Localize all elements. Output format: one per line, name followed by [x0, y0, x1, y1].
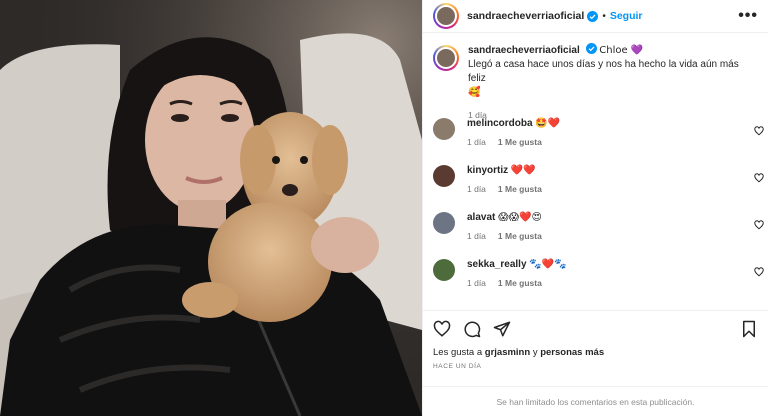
- caption-line-2: Llegó a casa hace unos días y nos ha hec…: [468, 59, 739, 84]
- comment-row: kinyortiz ❤️❤️ 1 día 1 Me gusta: [423, 165, 768, 194]
- more-options-icon[interactable]: •••: [738, 7, 758, 25]
- comment-like-heart-icon[interactable]: [754, 173, 764, 183]
- commenter-username[interactable]: kinyortiz: [467, 165, 508, 176]
- commenter-avatar[interactable]: [433, 212, 455, 234]
- action-icons: [433, 319, 758, 339]
- comment-time[interactable]: 1 día: [467, 137, 486, 147]
- commenter-avatar[interactable]: [433, 259, 455, 281]
- share-paper-plane-icon[interactable]: [493, 320, 511, 338]
- comment-meta: 1 día 1 Me gusta: [467, 278, 567, 288]
- verified-badge-icon: [585, 43, 597, 54]
- comment-time[interactable]: 1 día: [467, 184, 486, 194]
- comment-body: sekka_really 🐾❤️🐾 1 día 1 Me gusta: [467, 259, 567, 288]
- author-username[interactable]: sandraecheverriaoficial: [467, 10, 584, 22]
- caption-text-block: sandraecheverriaoficial Chloe 💜 Llegó a …: [468, 43, 758, 122]
- caption-line-1: Chloe 💜: [599, 45, 644, 56]
- posted-ago[interactable]: HACE UN DÍA: [433, 363, 758, 370]
- commenter-username[interactable]: melincordoba: [467, 118, 533, 129]
- comments-limited-notice: Se han limitado los comentarios en esta …: [423, 386, 768, 417]
- comment-row: sekka_really 🐾❤️🐾 1 día 1 Me gusta: [423, 259, 768, 288]
- save-bookmark-icon[interactable]: [740, 320, 758, 338]
- comment-text: ❤️❤️: [510, 165, 536, 176]
- comment-meta: 1 día 1 Me gusta: [467, 231, 554, 241]
- comment-body: alavat 😱😱❤️😍 1 día 1 Me gusta: [467, 212, 554, 241]
- comment-likes[interactable]: 1 Me gusta: [498, 184, 542, 194]
- comment-body: melincordoba 🤩❤️ 1 día 1 Me gusta: [467, 118, 560, 147]
- comment-body: kinyortiz ❤️❤️ 1 día 1 Me gusta: [467, 165, 554, 194]
- action-bar: Les gusta a grjasminn y personas más HAC…: [423, 310, 768, 370]
- likes-middle: y: [532, 347, 538, 358]
- post-caption: sandraecheverriaoficial Chloe 💜 Llegó a …: [423, 33, 768, 122]
- comment-likes[interactable]: 1 Me gusta: [498, 231, 542, 241]
- commenter-avatar[interactable]: [433, 165, 455, 187]
- like-heart-icon[interactable]: [433, 320, 451, 338]
- comment-text: 😱😱❤️😍: [498, 212, 542, 223]
- verified-badge-icon: [587, 10, 599, 22]
- comment-row: melincordoba 🤩❤️ 1 día 1 Me gusta: [423, 118, 768, 147]
- comment-meta: 1 día 1 Me gusta: [467, 137, 560, 147]
- comment-likes[interactable]: 1 Me gusta: [498, 278, 542, 288]
- comment-meta: 1 día 1 Me gusta: [467, 184, 554, 194]
- author-avatar[interactable]: [433, 3, 459, 29]
- comment-text: 🐾❤️🐾: [529, 259, 567, 270]
- comment-like-heart-icon[interactable]: [754, 126, 764, 136]
- caption-avatar[interactable]: [433, 45, 459, 71]
- likes-others[interactable]: personas más: [540, 347, 604, 358]
- post-photo[interactable]: [0, 0, 422, 416]
- likes-prefix: Les gusta a: [433, 347, 483, 358]
- comment-text: 🤩❤️: [535, 118, 561, 129]
- commenter-avatar[interactable]: [433, 118, 455, 140]
- comment-like-heart-icon[interactable]: [754, 267, 764, 277]
- post-header: sandraecheverriaoficial • Seguir •••: [423, 0, 768, 33]
- post-photo-illustration: [0, 0, 422, 416]
- caption-username[interactable]: sandraecheverriaoficial: [468, 45, 580, 56]
- comment-bubble-icon[interactable]: [463, 320, 481, 338]
- follow-button[interactable]: Seguir: [610, 10, 643, 22]
- comment-row: alavat 😱😱❤️😍 1 día 1 Me gusta: [423, 212, 768, 241]
- comment-like-heart-icon[interactable]: [754, 220, 764, 230]
- caption-emoji: 🥰: [468, 87, 481, 98]
- comment-time[interactable]: 1 día: [467, 231, 486, 241]
- commenter-username[interactable]: sekka_really: [467, 259, 527, 270]
- likes-summary: Les gusta a grjasminn y personas más: [433, 347, 758, 358]
- comment-time[interactable]: 1 día: [467, 278, 486, 288]
- likes-user[interactable]: grjasminn: [485, 347, 530, 358]
- separator-dot: •: [602, 10, 606, 22]
- post-side-panel: sandraecheverriaoficial • Seguir ••• san…: [422, 0, 768, 416]
- comment-likes[interactable]: 1 Me gusta: [498, 137, 542, 147]
- commenter-username[interactable]: alavat: [467, 212, 495, 223]
